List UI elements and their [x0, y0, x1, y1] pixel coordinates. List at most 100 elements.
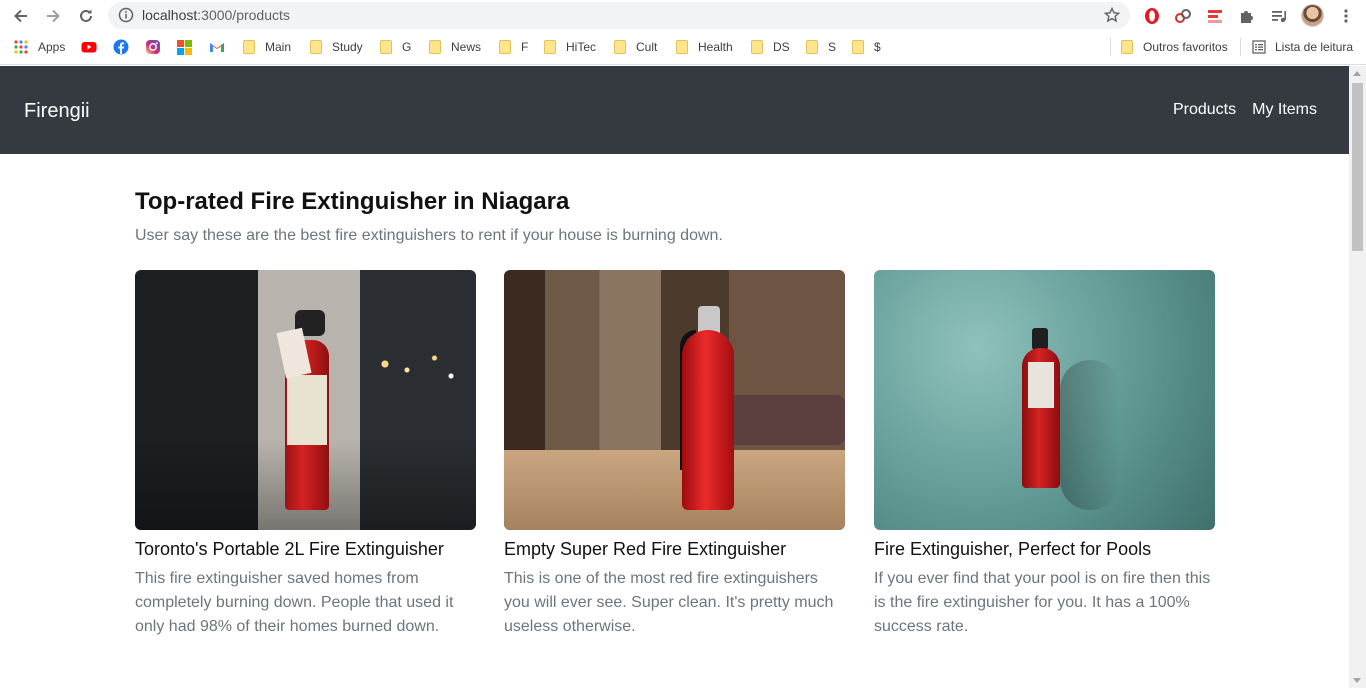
red-stripes-extension-button[interactable] — [1204, 5, 1226, 27]
url-host: localhost — [142, 7, 198, 23]
scrollbar-thumb[interactable] — [1352, 83, 1363, 251]
bookmark-microsoft[interactable] — [177, 39, 192, 55]
folder-icon — [499, 40, 511, 54]
extinguisher-valve — [1032, 328, 1048, 350]
folder-icon — [676, 40, 688, 54]
folder-icon — [310, 40, 322, 54]
site-navbar: Firengii Products My Items — [0, 66, 1349, 154]
product-title[interactable]: Empty Super Red Fire Extinguisher — [504, 538, 845, 560]
product-title[interactable]: Toronto's Portable 2L Fire Extinguisher — [135, 538, 476, 560]
product-card[interactable]: Toronto's Portable 2L Fire Extinguisher … — [135, 270, 476, 639]
folder-icon — [614, 40, 626, 54]
link-icon — [1175, 9, 1191, 23]
address-bar[interactable]: localhost:3000/products — [108, 2, 1130, 29]
bookmark-folder-s[interactable]: S — [806, 39, 836, 55]
bookmark-folder-hitec[interactable]: HiTec — [544, 39, 596, 55]
other-bookmarks-label: Outros favoritos — [1143, 40, 1228, 54]
folder-icon — [380, 40, 392, 54]
other-bookmarks-folder[interactable]: Outros favoritos — [1121, 39, 1228, 55]
folder-icon — [806, 40, 818, 54]
site-info-icon[interactable] — [118, 7, 134, 23]
apps-grid-icon — [14, 40, 28, 54]
bookmark-folder-ds[interactable]: DS — [751, 39, 790, 55]
bookmark-facebook[interactable] — [113, 39, 129, 55]
url-path: :3000/products — [197, 7, 290, 23]
brand-logo-text[interactable]: Firengii — [24, 99, 90, 123]
bookmark-folder-f[interactable]: F — [499, 39, 528, 55]
background-lights — [363, 340, 473, 400]
kebab-menu-icon — [1344, 9, 1348, 23]
folder-icon — [544, 40, 556, 54]
opera-extension-button[interactable] — [1141, 5, 1163, 27]
bookmark-label: News — [451, 40, 482, 54]
product-image[interactable] — [135, 270, 476, 530]
page-scrollbar[interactable] — [1349, 66, 1366, 688]
page-subtitle: User say these are the best fire extingu… — [135, 227, 723, 244]
bookmarks-divider — [1110, 38, 1111, 56]
extinguisher-label — [287, 375, 327, 445]
bookmark-folder-news[interactable]: News — [429, 39, 481, 55]
nav-links: Products My Items — [1173, 100, 1317, 120]
bookmark-youtube[interactable] — [81, 39, 97, 55]
bookmark-label: $ — [874, 40, 881, 54]
reload-button[interactable] — [75, 5, 97, 27]
bookmark-folder-health[interactable]: Health — [676, 39, 733, 55]
bookmark-apps[interactable]: Apps — [13, 39, 65, 55]
product-image[interactable] — [874, 270, 1215, 530]
bookmark-folder-g[interactable]: G — [380, 39, 411, 55]
product-description: If you ever find that your pool is on fi… — [874, 570, 1211, 635]
bookmarks-divider — [1240, 38, 1241, 56]
browser-toolbar: localhost:3000/products — [0, 0, 1366, 32]
product-image[interactable] — [504, 270, 845, 530]
opera-icon — [1145, 8, 1159, 24]
bookmark-label: Cult — [636, 40, 658, 54]
bookmark-folder-main[interactable]: Main — [243, 39, 291, 55]
bookmark-star-icon[interactable] — [1104, 7, 1120, 23]
scroll-down-arrow-icon[interactable] — [1353, 678, 1361, 683]
product-card[interactable]: Fire Extinguisher, Perfect for Pools If … — [874, 270, 1215, 639]
wooden-floor — [504, 450, 845, 530]
puzzle-icon — [1241, 11, 1253, 23]
link-extension-button[interactable] — [1172, 5, 1194, 27]
sofa — [729, 395, 845, 445]
nav-link-products[interactable]: Products — [1173, 100, 1236, 120]
youtube-icon — [81, 42, 97, 53]
reading-list-button[interactable]: Lista de leitura — [1252, 39, 1353, 55]
bookmark-gmail[interactable] — [209, 39, 225, 55]
extensions-button[interactable] — [1236, 5, 1258, 27]
bookmark-folder-study[interactable]: Study — [310, 39, 363, 55]
wall-shadow — [1060, 360, 1120, 510]
folder-icon — [751, 40, 763, 54]
scroll-up-arrow-icon[interactable] — [1353, 71, 1361, 76]
bookmark-instagram[interactable] — [145, 39, 161, 55]
back-button[interactable] — [10, 5, 32, 27]
forward-button[interactable] — [42, 5, 64, 27]
bookmark-folder-cult[interactable]: Cult — [614, 39, 657, 55]
folder-icon — [1121, 40, 1133, 54]
extinguisher-cylinder — [682, 330, 734, 510]
product-card[interactable]: Empty Super Red Fire Extinguisher This i… — [504, 270, 845, 639]
bookmark-folder-dollar[interactable]: $ — [852, 39, 881, 55]
bookmark-label: F — [521, 40, 529, 54]
forward-arrow-icon — [47, 9, 60, 23]
folder-icon — [243, 40, 255, 54]
microsoft-icon — [177, 39, 192, 55]
url-text[interactable]: localhost:3000/products — [142, 7, 290, 24]
profile-avatar[interactable] — [1301, 4, 1324, 27]
extinguisher-label — [1028, 362, 1054, 408]
bookmark-label: Study — [332, 40, 363, 54]
product-title[interactable]: Fire Extinguisher, Perfect for Pools — [874, 538, 1215, 560]
facebook-icon — [113, 39, 129, 55]
stripes-icon — [1208, 10, 1222, 23]
bookmark-label: G — [402, 40, 412, 54]
playlist-icon — [1272, 11, 1286, 23]
bookmark-label: Health — [698, 40, 733, 54]
page-viewport: Firengii Products My Items Top-rated Fir… — [0, 66, 1349, 688]
media-controls-button[interactable] — [1268, 5, 1290, 27]
page-title: Top-rated Fire Extinguisher in Niagara — [135, 188, 570, 215]
nav-link-my-items[interactable]: My Items — [1252, 100, 1317, 120]
browser-menu-button[interactable] — [1335, 5, 1357, 27]
bookmarks-bar: Apps Main Study G News F HiTec Cult Heal… — [0, 32, 1366, 65]
gmail-icon — [210, 43, 224, 52]
reading-list-label: Lista de leitura — [1275, 40, 1354, 54]
